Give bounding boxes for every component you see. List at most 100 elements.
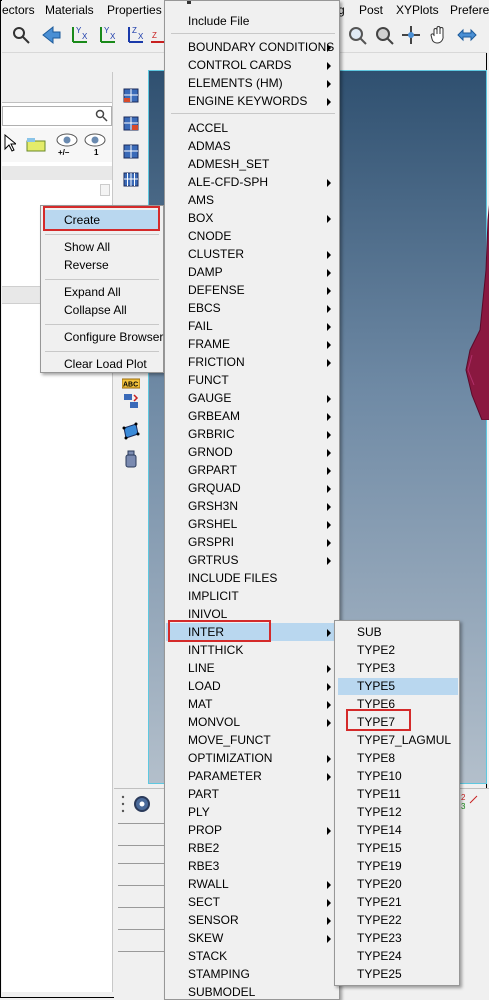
- abc-label-icon[interactable]: ABC: [122, 374, 140, 392]
- back-arrow-icon[interactable]: [40, 24, 62, 46]
- browser-scroll-up[interactable]: [100, 184, 110, 196]
- y-x-axis-icon-alt[interactable]: YX: [96, 24, 118, 46]
- submenu-item-type7-lagmul[interactable]: TYPE7_LAGMUL: [357, 733, 451, 747]
- menu-materials[interactable]: Materials: [45, 3, 94, 17]
- menu-item-monvol[interactable]: MONVOL: [188, 715, 240, 729]
- context-item-configure-browser[interactable]: Configure Browser: [64, 330, 163, 344]
- mesh-icon[interactable]: [122, 86, 140, 104]
- menu-item-sensor[interactable]: SENSOR: [188, 913, 239, 927]
- submenu-item-type23[interactable]: TYPE23: [357, 931, 402, 945]
- submenu-item-type10[interactable]: TYPE10: [357, 769, 402, 783]
- menu-item-accel[interactable]: ACCEL: [188, 121, 228, 135]
- menu-item-include-file[interactable]: Include File: [188, 14, 249, 28]
- mesh-grid-icon[interactable]: [122, 142, 140, 160]
- menu-item-engine-keywords[interactable]: ENGINE KEYWORDS: [188, 94, 307, 108]
- menu-xyplots[interactable]: XYPlots: [396, 3, 439, 17]
- menu-item-boundary-conditions[interactable]: BOUNDARY CONDITIONS: [188, 40, 334, 54]
- browser-search-input[interactable]: [2, 106, 112, 126]
- zoom-in-icon[interactable]: [346, 24, 368, 46]
- menu-item-rwall[interactable]: RWALL: [188, 877, 229, 891]
- options-gear-icon[interactable]: [120, 793, 156, 815]
- menu-item-load[interactable]: LOAD: [188, 679, 221, 693]
- model-geometry[interactable]: [462, 180, 489, 420]
- submenu-item-type15[interactable]: TYPE15: [357, 841, 402, 855]
- menu-item-include-files[interactable]: INCLUDE FILES: [188, 571, 277, 585]
- menu-item-grbeam[interactable]: GRBEAM: [188, 409, 240, 423]
- menu-connectors[interactable]: ectors: [2, 3, 35, 17]
- menu-item-skew[interactable]: SKEW: [188, 931, 223, 945]
- menu-item-ams[interactable]: AMS: [188, 193, 214, 207]
- menu-item-defense[interactable]: DEFENSE: [188, 283, 245, 297]
- menu-item-grtrus[interactable]: GRTRUS: [188, 553, 238, 567]
- menu-item-cnode[interactable]: CNODE: [188, 229, 231, 243]
- menu-item-frame[interactable]: FRAME: [188, 337, 230, 351]
- rotate-center-icon[interactable]: [400, 24, 422, 46]
- menu-item-grspri[interactable]: GRSPRI: [188, 535, 234, 549]
- menu-item-friction[interactable]: FRICTION: [188, 355, 245, 369]
- submenu-item-type3[interactable]: TYPE3: [357, 661, 395, 675]
- submenu-item-type5[interactable]: TYPE5: [357, 679, 395, 693]
- submenu-item-type8[interactable]: TYPE8: [357, 751, 395, 765]
- menu-preferences[interactable]: Prefere: [450, 3, 489, 17]
- show-hide-eye-icon[interactable]: [56, 132, 78, 148]
- menu-item-elements-hm[interactable]: ELEMENTS (HM): [188, 76, 283, 90]
- menu-item-ply[interactable]: PLY: [188, 805, 210, 819]
- submenu-item-type20[interactable]: TYPE20: [357, 877, 402, 891]
- mesh-quad-icon[interactable]: [122, 170, 140, 188]
- y-x-axis-icon[interactable]: YX: [68, 24, 90, 46]
- submenu-item-type25[interactable]: TYPE25: [357, 967, 402, 981]
- plane-icon[interactable]: [122, 422, 140, 440]
- mesh-edit-icon[interactable]: [122, 114, 140, 132]
- menu-item-grbric[interactable]: GRBRIC: [188, 427, 235, 441]
- menu-item-admas[interactable]: ADMAS: [188, 139, 231, 153]
- zoom-fit-icon[interactable]: [373, 24, 395, 46]
- menu-item-cluster[interactable]: CLUSTER: [188, 247, 244, 261]
- menu-item-submodel[interactable]: SUBMODEL: [188, 985, 255, 999]
- menu-item-parameter[interactable]: PARAMETER: [188, 769, 262, 783]
- context-item-expand-all[interactable]: Expand All: [64, 285, 121, 299]
- submenu-item-sub[interactable]: SUB: [357, 625, 382, 639]
- menu-item-line[interactable]: LINE: [188, 661, 215, 675]
- search-icon[interactable]: [95, 109, 108, 122]
- mass-icon[interactable]: [122, 450, 140, 468]
- submenu-item-type19[interactable]: TYPE19: [357, 859, 402, 873]
- menu-item-funct[interactable]: FUNCT: [188, 373, 229, 387]
- menu-item-implicit[interactable]: IMPLICIT: [188, 589, 239, 603]
- context-item-clear-load-plot[interactable]: Clear Load Plot: [64, 357, 147, 371]
- menu-item-stamping[interactable]: STAMPING: [188, 967, 250, 981]
- submenu-item-type14[interactable]: TYPE14: [357, 823, 402, 837]
- submenu-item-type21[interactable]: TYPE21: [357, 895, 402, 909]
- menu-item-box[interactable]: BOX: [188, 211, 213, 225]
- menu-item-grpart[interactable]: GRPART: [188, 463, 237, 477]
- menu-item-mat[interactable]: MAT: [188, 697, 212, 711]
- reorient-icon[interactable]: [122, 392, 140, 410]
- submenu-item-type12[interactable]: TYPE12: [357, 805, 402, 819]
- double-arrow-icon[interactable]: [456, 24, 478, 46]
- menu-item-control-cards[interactable]: CONTROL CARDS: [188, 58, 292, 72]
- menu-item-ale-cfd-sph[interactable]: ALE-CFD-SPH: [188, 175, 268, 189]
- submenu-item-type24[interactable]: TYPE24: [357, 949, 402, 963]
- submenu-item-type11[interactable]: TYPE11: [357, 787, 401, 801]
- menu-item-part[interactable]: PART: [188, 787, 219, 801]
- menu-item-gauge[interactable]: GAUGE: [188, 391, 231, 405]
- isolate-eye-icon[interactable]: [84, 132, 106, 148]
- menu-item-intthick[interactable]: INTTHICK: [188, 643, 243, 657]
- menu-item-prop[interactable]: PROP: [188, 823, 222, 837]
- menu-item-admesh-set[interactable]: ADMESH_SET: [188, 157, 269, 171]
- pan-hand-icon[interactable]: [428, 24, 450, 46]
- zoom-icon[interactable]: [10, 24, 32, 46]
- submenu-item-type22[interactable]: TYPE22: [357, 913, 402, 927]
- context-item-collapse-all[interactable]: Collapse All: [64, 303, 127, 317]
- menu-item-inivol[interactable]: INIVOL: [188, 607, 227, 621]
- menu-item-optimization[interactable]: OPTIMIZATION: [188, 751, 272, 765]
- z-x-axis-icon[interactable]: ZX: [124, 24, 146, 46]
- menu-item-grquad[interactable]: GRQUAD: [188, 481, 241, 495]
- menu-item-stack[interactable]: STACK: [188, 949, 227, 963]
- menu-item-grshel[interactable]: GRSHEL: [188, 517, 237, 531]
- menu-item-grsh3n[interactable]: GRSH3N: [188, 499, 238, 513]
- menu-item-rbe2[interactable]: RBE2: [188, 841, 219, 855]
- context-item-reverse[interactable]: Reverse: [64, 258, 109, 272]
- menu-item-damp[interactable]: DAMP: [188, 265, 223, 279]
- folder-filter-icon[interactable]: [26, 136, 48, 152]
- menu-item-sect[interactable]: SECT: [188, 895, 220, 909]
